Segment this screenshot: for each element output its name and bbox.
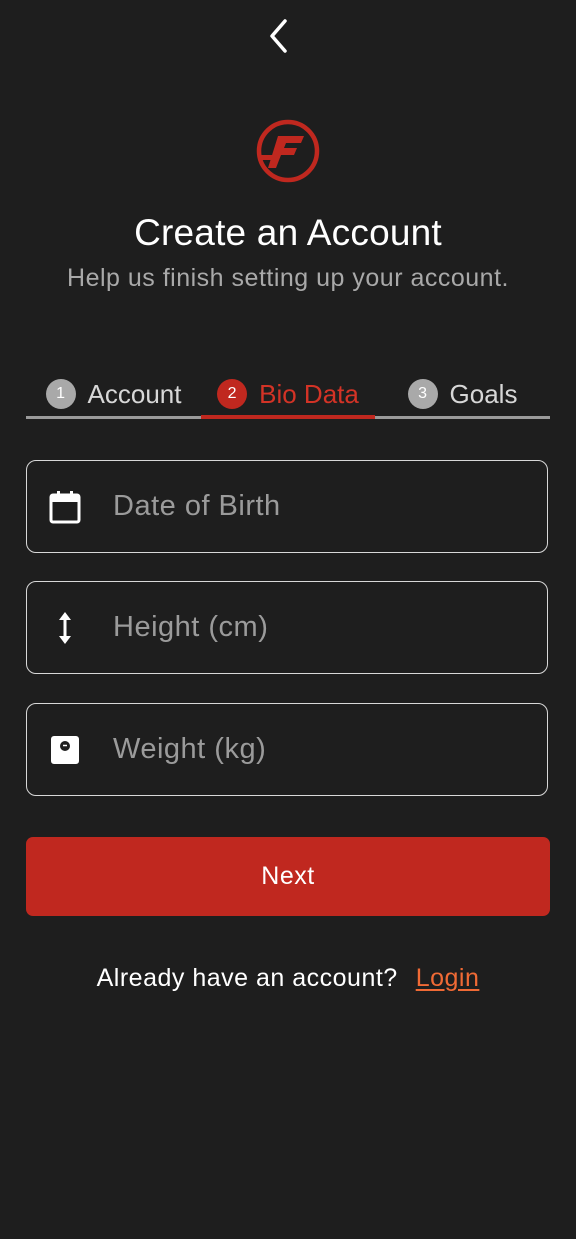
step-label: Bio Data	[259, 378, 359, 409]
height-input[interactable]	[111, 596, 547, 659]
login-prompt-text: Already have an account?	[96, 964, 398, 992]
weight-field[interactable]	[26, 703, 548, 796]
date-of-birth-field[interactable]	[26, 460, 548, 553]
vertical-arrows-icon	[47, 610, 83, 646]
step-account[interactable]: 1 Account	[26, 370, 201, 418]
date-of-birth-input[interactable]	[111, 475, 547, 538]
app-logo	[255, 118, 321, 184]
next-button[interactable]: Next	[26, 837, 550, 916]
step-number: 2	[217, 379, 248, 409]
step-number: 1	[45, 379, 76, 409]
back-button[interactable]	[263, 16, 295, 56]
calendar-icon	[47, 489, 83, 525]
signup-stepper: 1 Account 2 Bio Data 3 Goals	[26, 370, 550, 422]
chevron-left-icon	[270, 19, 287, 53]
login-link[interactable]: Login	[416, 964, 480, 993]
scale-icon	[47, 732, 83, 768]
step-number: 3	[407, 379, 438, 409]
weight-input[interactable]	[111, 718, 547, 781]
stepper-active-indicator	[201, 415, 375, 419]
step-bio-data[interactable]: 2 Bio Data	[201, 370, 375, 418]
page-title: Create an Account	[134, 212, 442, 253]
page-subtitle: Help us finish setting up your account.	[67, 264, 509, 292]
step-label: Account	[87, 378, 182, 409]
step-label: Goals	[449, 378, 518, 409]
login-prompt-row: Already have an account? Login	[0, 964, 576, 993]
step-goals[interactable]: 3 Goals	[375, 370, 550, 418]
height-field[interactable]	[26, 581, 548, 674]
